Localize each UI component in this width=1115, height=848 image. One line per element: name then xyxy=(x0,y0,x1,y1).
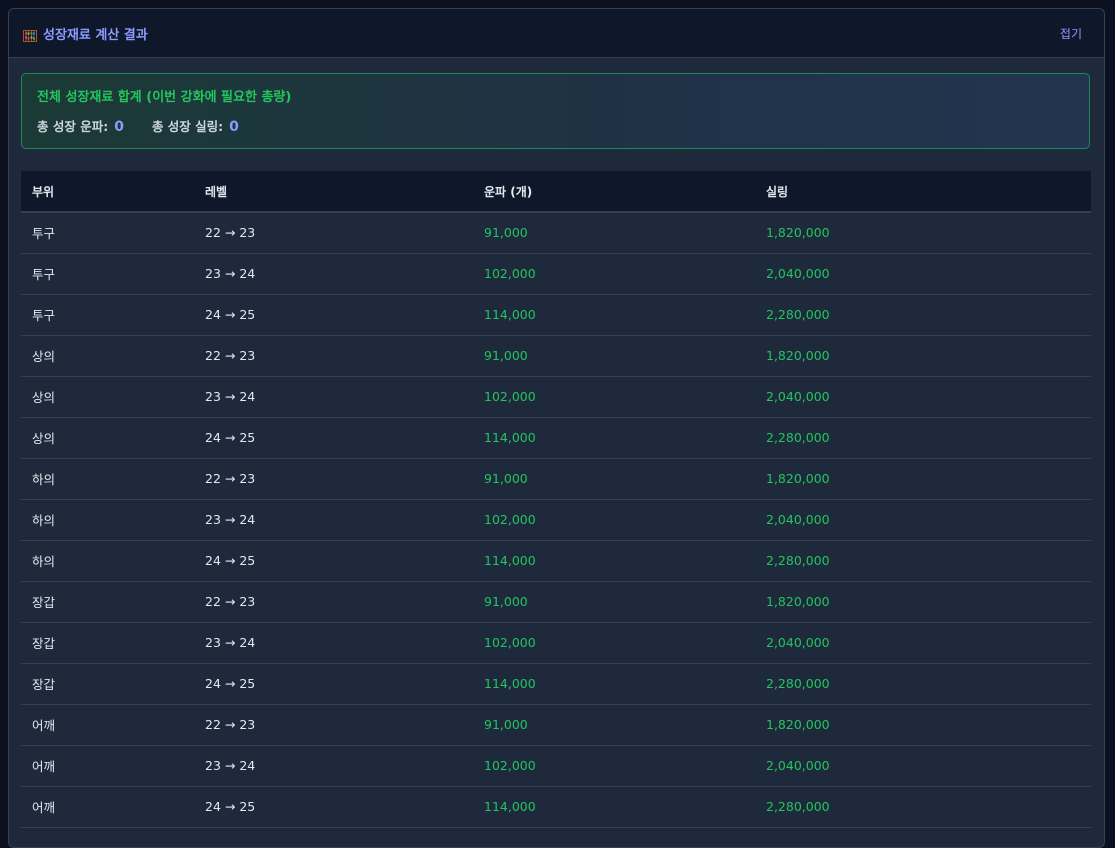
cell-unpa: 114,000 xyxy=(484,799,536,814)
total-unpa-stat: 총 성장 운파: 0 xyxy=(37,116,124,135)
column-header-silling: 실링 xyxy=(755,171,1091,213)
cell-unpa: 91,000 xyxy=(484,225,528,241)
cell-silling: 1,820,000 xyxy=(766,717,830,732)
cell-level: 24 → 25 xyxy=(205,676,256,691)
summary-box: 전체 성장재료 합계 (이번 강화에 필요한 총량) 총 성장 운파: 0 총 … xyxy=(21,73,1090,149)
cell-unpa: 102,000 xyxy=(484,635,536,650)
cell-silling: 2,040,000 xyxy=(766,758,830,773)
cell-silling: 2,280,000 xyxy=(766,553,830,568)
cell-silling: 2,280,000 xyxy=(766,799,830,814)
total-silling-label: 총 성장 실링: xyxy=(151,119,224,134)
cell-part: 장갑 xyxy=(32,636,56,651)
cell-silling: 2,040,000 xyxy=(766,389,830,404)
column-header-part: 부위 xyxy=(21,171,194,213)
cell-level: 22 → 23 xyxy=(205,594,256,609)
table-row: 상의 22 → 23 91,000 1,820,000 xyxy=(21,335,1091,376)
cell-unpa: 91,000 xyxy=(484,717,528,732)
cell-part: 어깨 xyxy=(32,759,56,774)
cell-unpa: 91,000 xyxy=(484,594,528,609)
cell-part: 어깨 xyxy=(32,718,56,733)
table-row: 투구 23 → 24 102,000 2,040,000 xyxy=(21,253,1091,294)
cell-part: 어깨 xyxy=(32,800,56,815)
cell-level: 24 → 25 xyxy=(205,307,256,322)
title-wrap: 성장재료 계산 결과 xyxy=(23,24,148,43)
cell-level: 24 → 25 xyxy=(205,430,256,445)
cell-part: 장갑 xyxy=(32,595,56,610)
summary-title: 전체 성장재료 합계 (이번 강화에 필요한 총량) xyxy=(37,90,292,105)
cell-level: 23 → 24 xyxy=(205,758,256,773)
cell-unpa: 91,000 xyxy=(484,471,528,486)
cell-silling: 1,820,000 xyxy=(766,594,830,609)
table-row: 하의 24 → 25 114,000 2,280,000 xyxy=(21,540,1091,581)
panel-header: 성장재료 계산 결과 접기 xyxy=(9,9,1104,58)
cell-level: 23 → 24 xyxy=(205,635,256,650)
cell-part: 장갑 xyxy=(32,677,56,692)
table-row: 하의 23 → 24 102,000 2,040,000 xyxy=(21,499,1091,540)
cell-unpa: 102,000 xyxy=(484,266,536,281)
cell-unpa: 102,000 xyxy=(484,389,536,404)
cell-unpa: 114,000 xyxy=(484,553,536,568)
table-row: 투구 22 → 23 91,000 1,820,000 xyxy=(21,212,1091,253)
cell-unpa: 114,000 xyxy=(484,307,536,322)
table-row: 어깨 24 → 25 114,000 2,280,000 xyxy=(21,786,1091,827)
cell-silling: 1,820,000 xyxy=(766,471,830,486)
column-header-level: 레벨 xyxy=(194,171,473,213)
cell-part: 상의 xyxy=(32,349,56,364)
cell-unpa: 114,000 xyxy=(484,430,536,445)
results-table: 부위 레벨 운파 (개) 실링 투구 22 → 23 91,000 1,820,000… xyxy=(21,171,1091,828)
table-row: 장갑 23 → 24 102,000 2,040,000 xyxy=(21,622,1091,663)
cell-level: 22 → 23 xyxy=(205,717,256,732)
collapse-button[interactable]: 접기 xyxy=(1052,21,1090,46)
cell-silling: 2,280,000 xyxy=(766,676,830,691)
cell-level: 22 → 23 xyxy=(205,348,256,363)
cell-level: 23 → 24 xyxy=(205,389,256,404)
results-panel: 성장재료 계산 결과 접기 전체 성장재료 합계 (이번 강화에 필요한 총량)… xyxy=(8,8,1105,848)
cell-level: 24 → 25 xyxy=(205,553,256,568)
table-row: 하의 22 → 23 91,000 1,820,000 xyxy=(21,458,1091,499)
total-unpa-label: 총 성장 운파: xyxy=(37,119,109,134)
cell-part: 투구 xyxy=(32,267,56,282)
cell-silling: 2,040,000 xyxy=(766,512,830,527)
cell-level: 22 → 23 xyxy=(205,471,256,486)
cell-silling: 2,280,000 xyxy=(766,430,830,445)
cell-part: 상의 xyxy=(32,431,56,446)
cell-unpa: 102,000 xyxy=(484,758,536,773)
table-row: 투구 24 → 25 114,000 2,280,000 xyxy=(21,294,1091,335)
table-row: 어깨 23 → 24 102,000 2,040,000 xyxy=(21,745,1091,786)
cell-level: 23 → 24 xyxy=(205,512,256,527)
panel-title: 성장재료 계산 결과 xyxy=(43,27,148,43)
cell-silling: 2,040,000 xyxy=(766,635,830,650)
column-header-unpa: 운파 (개) xyxy=(473,171,755,213)
cell-part: 투구 xyxy=(32,308,56,323)
total-silling-stat: 총 성장 실링: 0 xyxy=(152,116,239,135)
table-row: 장갑 22 → 23 91,000 1,820,000 xyxy=(21,581,1091,622)
summary-stats: 총 성장 운파: 0 총 성장 실링: 0 xyxy=(37,116,1074,135)
cell-level: 22 → 23 xyxy=(205,225,256,241)
cell-unpa: 91,000 xyxy=(484,348,528,363)
table-body: 투구 22 → 23 91,000 1,820,000 투구 23 → 24 102,000… xyxy=(21,212,1091,827)
cell-silling: 1,820,000 xyxy=(766,225,830,241)
cell-part: 투구 xyxy=(32,226,56,242)
table-header-row: 부위 레벨 운파 (개) 실링 xyxy=(21,171,1091,213)
cell-part: 하의 xyxy=(32,513,56,528)
total-silling-value: 0 xyxy=(229,119,239,135)
abacus-icon xyxy=(23,27,37,42)
cell-silling: 1,820,000 xyxy=(766,348,830,363)
cell-part: 상의 xyxy=(32,390,56,405)
cell-silling: 2,040,000 xyxy=(766,266,830,281)
cell-part: 하의 xyxy=(32,554,56,569)
total-unpa-value: 0 xyxy=(114,119,124,135)
cell-unpa: 114,000 xyxy=(484,676,536,691)
table-row: 어깨 22 → 23 91,000 1,820,000 xyxy=(21,704,1091,745)
table-row: 장갑 24 → 25 114,000 2,280,000 xyxy=(21,663,1091,704)
cell-level: 23 → 24 xyxy=(205,266,256,281)
cell-unpa: 102,000 xyxy=(484,512,536,527)
cell-silling: 2,280,000 xyxy=(766,307,830,322)
table-row: 상의 23 → 24 102,000 2,040,000 xyxy=(21,376,1091,417)
cell-part: 하의 xyxy=(32,472,56,487)
cell-level: 24 → 25 xyxy=(205,799,256,814)
table-row: 상의 24 → 25 114,000 2,280,000 xyxy=(21,417,1091,458)
